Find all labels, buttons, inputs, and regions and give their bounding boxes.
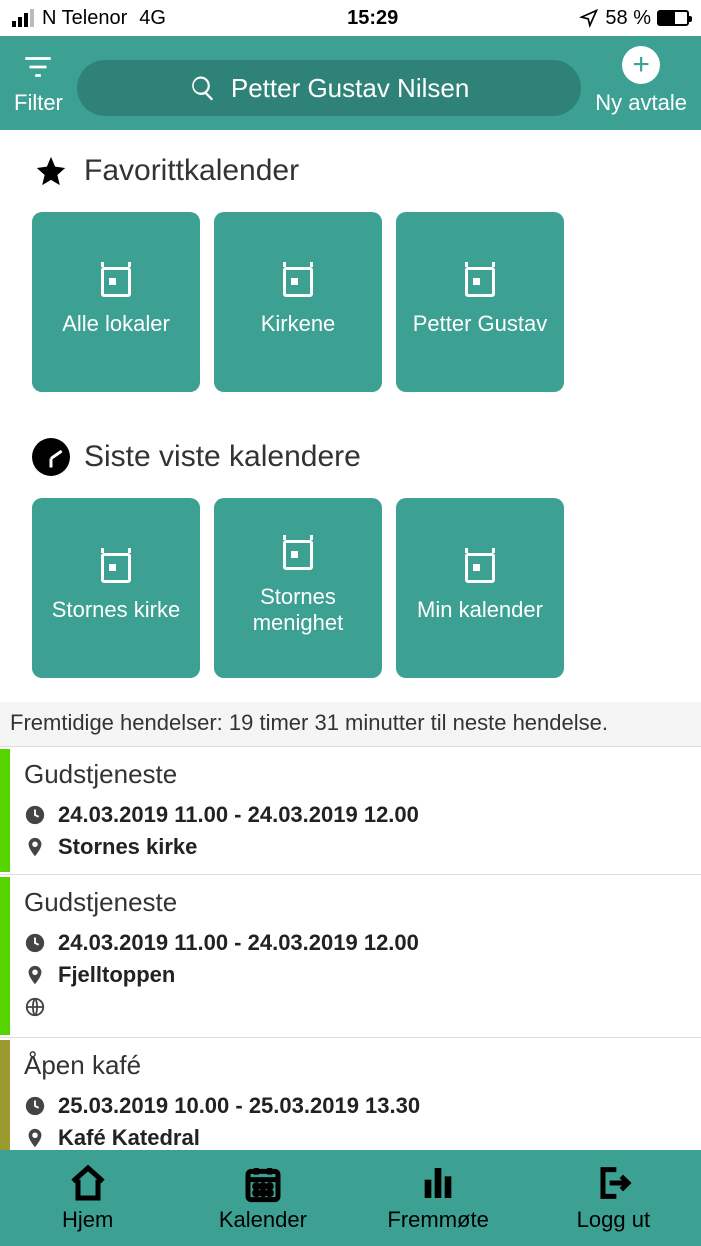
- event-time: 24.03.2019 11.00 - 24.03.2019 12.00: [58, 802, 419, 828]
- event-item[interactable]: Gudstjeneste 24.03.2019 11.00 - 24.03.201…: [0, 874, 701, 1037]
- tile-alle-lokaler[interactable]: Alle lokaler: [32, 212, 200, 392]
- event-color-bar: [0, 1040, 10, 1150]
- event-title: Gudstjeneste: [24, 887, 687, 918]
- event-item[interactable]: Gudstjeneste 24.03.2019 11.00 - 24.03.201…: [0, 746, 701, 874]
- pin-icon: [24, 836, 46, 858]
- calendar-icon: [283, 540, 313, 570]
- star-icon: [32, 152, 70, 190]
- tile-label: Alle lokaler: [62, 311, 170, 337]
- filter-button[interactable]: Filter: [14, 50, 63, 116]
- calendar-icon: [465, 553, 495, 583]
- clock-label: 15:29: [347, 7, 398, 30]
- pin-icon: [24, 1127, 46, 1149]
- plus-icon: +: [622, 46, 660, 84]
- bottom-nav: Hjem Kalender Fremmøte Logg ut: [0, 1150, 701, 1246]
- recent-heading: Siste viste kalendere: [0, 416, 701, 488]
- calendar-icon: [465, 267, 495, 297]
- search-icon: [189, 74, 217, 102]
- recent-tiles: Stornes kirke Stornes menighet Min kalen…: [0, 488, 701, 702]
- tile-label: Min kalender: [417, 597, 543, 623]
- home-icon: [68, 1163, 108, 1203]
- battery-icon: [657, 10, 689, 26]
- event-color-bar: [0, 749, 10, 872]
- tile-petter-gustav[interactable]: Petter Gustav: [396, 212, 564, 392]
- event-color-bar: [0, 877, 10, 1035]
- location-icon: [579, 8, 599, 28]
- filter-label: Filter: [14, 90, 63, 116]
- carrier-label: N Telenor: [42, 7, 127, 30]
- network-label: 4G: [139, 7, 166, 30]
- tile-min-kalender[interactable]: Min kalender: [396, 498, 564, 678]
- event-title: Gudstjeneste: [24, 759, 687, 790]
- nav-calendar[interactable]: Kalender: [175, 1150, 350, 1246]
- nav-calendar-label: Kalender: [219, 1207, 307, 1233]
- event-time: 25.03.2019 10.00 - 25.03.2019 13.30: [58, 1093, 420, 1119]
- bars-icon: [418, 1163, 458, 1203]
- upcoming-summary: Fremtidige hendelser: 19 timer 31 minutt…: [0, 702, 701, 746]
- tile-label: Kirkene: [261, 311, 336, 337]
- event-place: Kafé Katedral: [58, 1125, 200, 1150]
- event-item[interactable]: Åpen kafé 25.03.2019 10.00 - 25.03.2019 1…: [0, 1037, 701, 1150]
- nav-home[interactable]: Hjem: [0, 1150, 175, 1246]
- nav-home-label: Hjem: [62, 1207, 113, 1233]
- clock-icon: [24, 1095, 46, 1117]
- signal-icon: [12, 9, 34, 27]
- calendar-icon: [101, 267, 131, 297]
- nav-logout-label: Logg ut: [577, 1207, 650, 1233]
- clock-icon: [24, 804, 46, 826]
- calendar-icon: [243, 1163, 283, 1203]
- main-content: Favorittkalender Alle lokaler Kirkene Pe…: [0, 130, 701, 1150]
- favorites-heading: Favorittkalender: [0, 130, 701, 202]
- globe-icon: [24, 996, 687, 1023]
- tile-stornes-kirke[interactable]: Stornes kirke: [32, 498, 200, 678]
- search-pill[interactable]: Petter Gustav Nilsen: [77, 60, 581, 116]
- calendar-icon: [101, 553, 131, 583]
- calendar-icon: [283, 267, 313, 297]
- filter-icon: [21, 50, 55, 84]
- battery-pct: 58 %: [605, 7, 651, 30]
- status-bar: N Telenor 4G 15:29 58 %: [0, 0, 701, 36]
- tile-label: Stornes menighet: [214, 584, 382, 637]
- recent-title: Siste viste kalendere: [84, 440, 361, 474]
- tile-label: Stornes kirke: [52, 597, 180, 623]
- favorites-tiles: Alle lokaler Kirkene Petter Gustav: [0, 202, 701, 416]
- search-text: Petter Gustav Nilsen: [231, 73, 469, 104]
- logout-icon: [593, 1163, 633, 1203]
- clock-icon: [32, 438, 70, 476]
- app-header: Filter Petter Gustav Nilsen + Ny avtale: [0, 36, 701, 130]
- clock-icon: [24, 932, 46, 954]
- favorites-title: Favorittkalender: [84, 154, 299, 188]
- nav-attendance-label: Fremmøte: [387, 1207, 488, 1233]
- new-appointment-label: Ny avtale: [595, 90, 687, 116]
- pin-icon: [24, 964, 46, 986]
- nav-logout[interactable]: Logg ut: [526, 1150, 701, 1246]
- event-title: Åpen kafé: [24, 1050, 687, 1081]
- event-time: 24.03.2019 11.00 - 24.03.2019 12.00: [58, 930, 419, 956]
- new-appointment-button[interactable]: + Ny avtale: [595, 46, 687, 116]
- event-place: Stornes kirke: [58, 834, 197, 860]
- event-list: Gudstjeneste 24.03.2019 11.00 - 24.03.201…: [0, 746, 701, 1150]
- tile-label: Petter Gustav: [413, 311, 548, 337]
- event-place: Fjelltoppen: [58, 962, 175, 988]
- tile-kirkene[interactable]: Kirkene: [214, 212, 382, 392]
- nav-attendance[interactable]: Fremmøte: [351, 1150, 526, 1246]
- tile-stornes-menighet[interactable]: Stornes menighet: [214, 498, 382, 678]
